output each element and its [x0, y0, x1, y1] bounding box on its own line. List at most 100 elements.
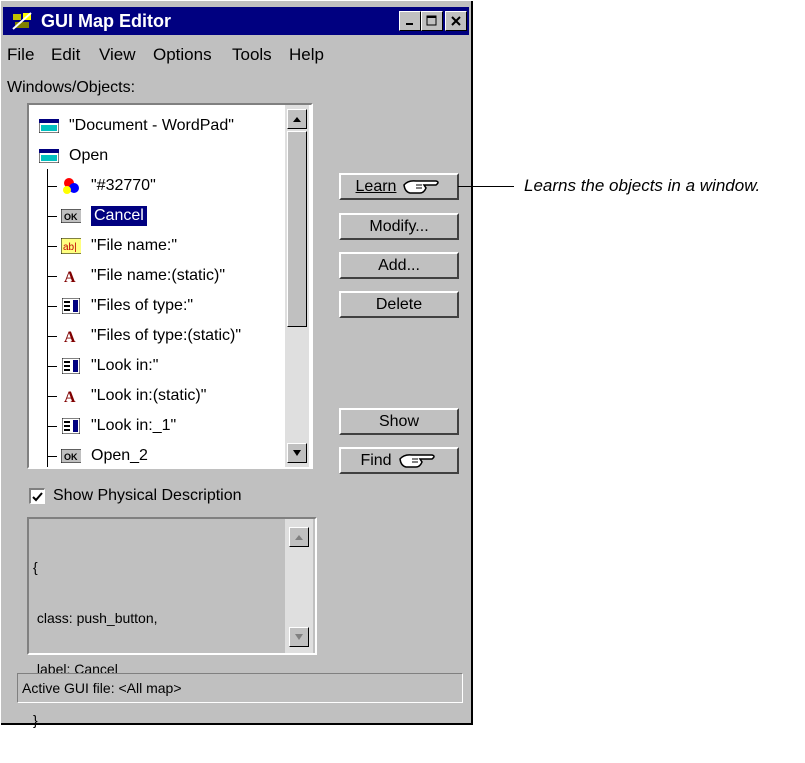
- delete-button[interactable]: Delete: [339, 291, 459, 318]
- tree-item-label: "Files of type:": [91, 297, 194, 314]
- modify-button-label: Modify...: [369, 217, 429, 235]
- arrow-down-icon: [295, 634, 303, 640]
- tree-connector: [47, 276, 57, 277]
- tree-connector: [47, 216, 57, 217]
- svg-text:ab|: ab|: [63, 242, 77, 253]
- list-icon: [61, 298, 81, 314]
- tree-item-label: "File name:": [91, 237, 178, 254]
- tree-item-label: Open: [69, 147, 109, 164]
- app-icon: [12, 12, 32, 30]
- tree-connector: [47, 456, 57, 457]
- tree-item[interactable]: Open: [39, 141, 108, 171]
- checkmark-icon: [32, 491, 43, 501]
- svg-text:A: A: [64, 389, 76, 404]
- tree-item-label: "File name:(static)": [91, 267, 226, 284]
- tree-item-label: "#32770": [91, 177, 156, 194]
- show-button-label: Show: [378, 412, 420, 430]
- windows-objects-tree[interactable]: "Document - WordPad" Open "#32770" OK Cancel…: [27, 103, 313, 469]
- static-text-icon: A: [61, 388, 81, 404]
- status-bar: Active GUI file: <All map>: [17, 673, 463, 703]
- description-scroll-up[interactable]: [289, 527, 309, 547]
- status-text: Active GUI file: <All map>: [22, 680, 182, 696]
- show-physical-description-label: Show Physical Description: [53, 487, 242, 504]
- tree-connector: [47, 246, 57, 247]
- tree-item[interactable]: "Look in:": [47, 351, 159, 381]
- title-bar[interactable]: GUI Map Editor: [3, 7, 469, 35]
- tree-item[interactable]: ab| "File name:": [47, 231, 178, 261]
- edit-field-icon: ab|: [61, 238, 81, 254]
- show-button[interactable]: Show: [339, 408, 459, 435]
- callout-line: [458, 186, 514, 187]
- menu-edit[interactable]: Edit: [51, 45, 80, 65]
- physical-description-text: { class: push_button, label: Cancel }: [33, 525, 158, 763]
- physical-description-box[interactable]: { class: push_button, label: Cancel }: [27, 517, 317, 728]
- description-scroll-down[interactable]: [289, 627, 309, 647]
- tree-vertical-line: [47, 169, 48, 467]
- window-icon: [39, 148, 59, 164]
- tree-item-label: "Look in:(static)": [91, 387, 207, 404]
- arrow-up-icon: [295, 535, 303, 540]
- tree-connector: [47, 426, 57, 427]
- gui-map-editor-window: GUI Map Editor File Edit View Options To…: [1, 1, 473, 728]
- find-button-label: Find: [360, 451, 392, 469]
- window-icon: [39, 118, 59, 134]
- find-button[interactable]: Find: [339, 447, 459, 474]
- svg-text:A: A: [64, 329, 76, 344]
- callout-text: Learns the objects in a window.: [524, 176, 761, 195]
- tree-item[interactable]: "Files of type:": [47, 291, 194, 321]
- scroll-down-button[interactable]: [287, 443, 307, 463]
- maximize-button[interactable]: [421, 11, 443, 31]
- close-icon: [451, 16, 461, 26]
- tree-item[interactable]: "Look in:_1": [47, 411, 177, 441]
- tree-item[interactable]: A "Files of type:(static)": [47, 321, 242, 351]
- ok-button-icon: OK: [61, 448, 81, 464]
- arrow-down-icon: [293, 450, 301, 456]
- window-title: GUI Map Editor: [41, 11, 171, 31]
- tree-connector: [47, 306, 57, 307]
- menu-tools[interactable]: Tools: [232, 45, 272, 65]
- add-button[interactable]: Add...: [339, 252, 459, 279]
- tree-item-label: Cancel: [91, 206, 147, 226]
- tree-item-label: "Look in:_1": [91, 417, 177, 434]
- ok-button-icon: OK: [61, 208, 81, 224]
- description-scrollbar[interactable]: [285, 519, 313, 653]
- tree-item[interactable]: OK Cancel: [47, 201, 147, 231]
- tree-connector: [47, 396, 57, 397]
- tree-connector: [47, 336, 57, 337]
- maximize-icon: [426, 15, 437, 26]
- description-line: class: push_button,: [33, 610, 158, 626]
- show-physical-description-option[interactable]: Show Physical Description: [29, 487, 242, 505]
- menu-help[interactable]: Help: [289, 45, 324, 65]
- list-icon: [61, 358, 81, 374]
- close-button[interactable]: [445, 11, 467, 31]
- show-physical-description-checkbox[interactable]: [29, 488, 45, 504]
- modify-button[interactable]: Modify...: [339, 213, 459, 240]
- pointing-hand-icon: [398, 453, 435, 468]
- tree-item[interactable]: OK Open_2: [47, 441, 148, 467]
- tree-item[interactable]: A "Look in:(static)": [47, 381, 207, 411]
- scroll-thumb[interactable]: [287, 131, 307, 327]
- learn-button[interactable]: Learn: [339, 173, 459, 200]
- tree-item-label: "Document - WordPad": [69, 117, 234, 134]
- svg-text:OK: OK: [64, 212, 78, 222]
- tree-connector: [47, 186, 57, 187]
- tree-item[interactable]: "Document - WordPad": [39, 111, 234, 141]
- windows-objects-label: Windows/Objects:: [7, 79, 136, 96]
- description-line: }: [33, 712, 38, 728]
- tree-item-label: Open_2: [91, 447, 148, 464]
- description-line: {: [33, 559, 38, 575]
- menu-view[interactable]: View: [99, 45, 136, 65]
- scroll-up-button[interactable]: [287, 109, 307, 129]
- learn-button-label: Learn: [355, 177, 397, 195]
- arrow-up-icon: [293, 117, 301, 122]
- tree-item[interactable]: "#32770": [47, 171, 156, 201]
- tree-item-label: "Files of type:(static)": [91, 327, 242, 344]
- minimize-button[interactable]: [399, 11, 421, 31]
- tree-item-label: "Look in:": [91, 357, 159, 374]
- menu-file[interactable]: File: [7, 45, 34, 65]
- tree-item[interactable]: A "File name:(static)": [47, 261, 226, 291]
- svg-text:A: A: [64, 269, 76, 284]
- menu-options[interactable]: Options: [153, 45, 212, 65]
- add-button-label: Add...: [378, 256, 420, 274]
- tree-scrollbar[interactable]: [285, 105, 309, 467]
